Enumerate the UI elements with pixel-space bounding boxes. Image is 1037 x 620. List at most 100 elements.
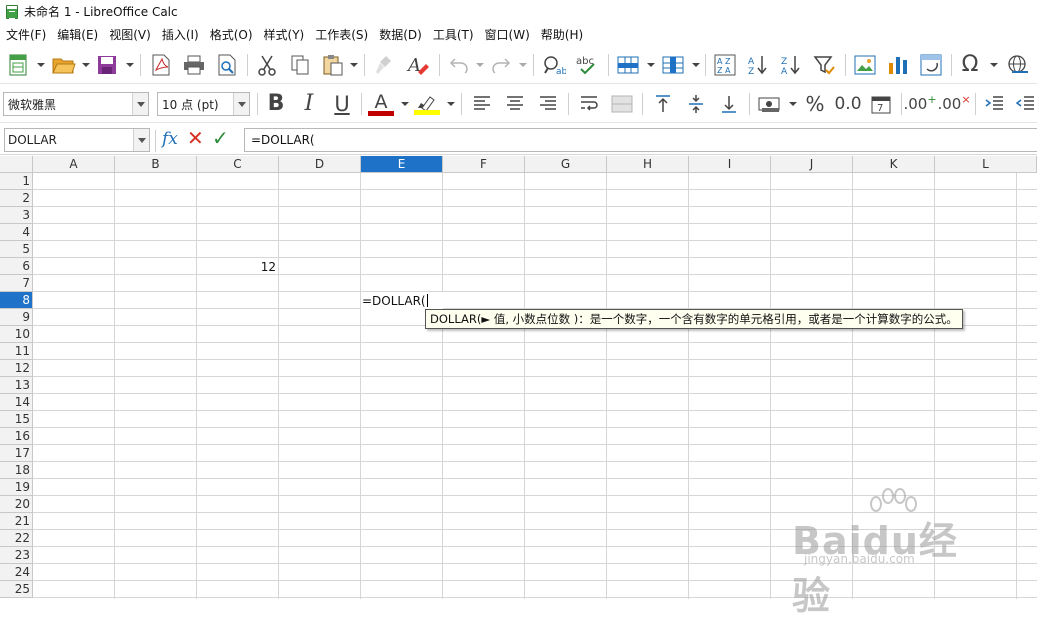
paste-icon[interactable]	[320, 51, 346, 79]
row-header-13[interactable]: 13	[0, 377, 33, 394]
align-bottom-icon[interactable]	[716, 90, 742, 118]
column-header-h[interactable]: H	[607, 156, 689, 173]
highlight-color-button[interactable]	[412, 90, 442, 118]
column-header-l[interactable]: L	[935, 156, 1037, 173]
sort-descending-icon[interactable]: ZA	[778, 51, 804, 79]
row-dropdown-icon[interactable]	[647, 63, 655, 67]
open-dropdown-icon[interactable]	[82, 63, 90, 67]
align-center-icon[interactable]	[502, 90, 528, 118]
redo-dropdown-icon[interactable]	[519, 63, 527, 67]
row-header-17[interactable]: 17	[0, 445, 33, 462]
accept-icon[interactable]: ✓	[212, 126, 229, 150]
font-color-button[interactable]: A	[367, 90, 395, 118]
column-header-f[interactable]: F	[443, 156, 525, 173]
name-box[interactable]: DOLLAR	[4, 128, 150, 152]
align-left-icon[interactable]	[469, 90, 495, 118]
menu-help[interactable]: 帮助(H)	[541, 26, 583, 43]
new-dropdown-icon[interactable]	[37, 63, 45, 67]
font-size-box[interactable]: 10 点 (pt)	[157, 92, 250, 116]
font-name-box[interactable]: 微软雅黑	[3, 92, 149, 116]
row-header-7[interactable]: 7	[0, 275, 33, 292]
cell-e8-editing[interactable]: =DOLLAR(	[361, 292, 443, 309]
font-name-dropdown-icon[interactable]	[132, 93, 148, 115]
row-header-18[interactable]: 18	[0, 462, 33, 479]
menu-edit[interactable]: 编辑(E)	[57, 26, 98, 43]
percent-format-button[interactable]: %	[802, 90, 828, 118]
column-header-i[interactable]: I	[689, 156, 771, 173]
hyperlink-icon[interactable]	[1004, 51, 1032, 79]
align-right-icon[interactable]	[535, 90, 561, 118]
column-header-k[interactable]: K	[853, 156, 935, 173]
font-size-dropdown-icon[interactable]	[233, 93, 249, 115]
insert-chart-icon[interactable]	[885, 51, 911, 79]
open-folder-icon[interactable]	[50, 51, 78, 79]
column-header-d[interactable]: D	[279, 156, 361, 173]
paste-dropdown-icon[interactable]	[350, 63, 358, 67]
row-icon[interactable]	[615, 51, 641, 79]
row-header-1[interactable]: 1	[0, 173, 33, 190]
delete-decimal-place-button[interactable]: .00 ×	[937, 90, 970, 118]
undo-dropdown-icon[interactable]	[476, 63, 484, 67]
row-header-15[interactable]: 15	[0, 411, 33, 428]
row-header-12[interactable]: 12	[0, 360, 33, 377]
wrap-text-icon[interactable]	[576, 90, 602, 118]
row-header-19[interactable]: 19	[0, 479, 33, 496]
merge-cells-icon[interactable]	[609, 90, 635, 118]
find-replace-icon[interactable]: ab	[540, 51, 568, 79]
align-top-icon[interactable]	[650, 90, 676, 118]
menu-sheet[interactable]: 工作表(S)	[315, 26, 368, 43]
menu-insert[interactable]: 插入(I)	[162, 26, 199, 43]
menu-tools[interactable]: 工具(T)	[433, 26, 474, 43]
column-header-c[interactable]: C	[197, 156, 279, 173]
cell-c6[interactable]: 12	[197, 258, 278, 275]
column-header-a[interactable]: A	[33, 156, 115, 173]
row-header-22[interactable]: 22	[0, 530, 33, 547]
menu-data[interactable]: 数据(D)	[379, 26, 422, 43]
row-header-5[interactable]: 5	[0, 241, 33, 258]
print-icon[interactable]	[181, 51, 207, 79]
spelling-icon[interactable]: abc	[574, 51, 602, 79]
decrease-indent-icon[interactable]	[1014, 90, 1037, 118]
row-header-10[interactable]: 10	[0, 326, 33, 343]
row-header-4[interactable]: 4	[0, 224, 33, 241]
function-wizard-button[interactable]: fx	[162, 129, 178, 149]
special-character-icon[interactable]: Ω	[957, 51, 983, 79]
row-header-9[interactable]: 9	[0, 309, 33, 326]
column-header-j[interactable]: J	[771, 156, 853, 173]
row-header-24[interactable]: 24	[0, 564, 33, 581]
menu-format[interactable]: 格式(O)	[210, 26, 253, 43]
undo-icon[interactable]	[446, 51, 472, 79]
insert-image-icon[interactable]	[852, 51, 878, 79]
column-dropdown-icon[interactable]	[692, 63, 700, 67]
row-header-11[interactable]: 11	[0, 343, 33, 360]
add-decimal-place-button[interactable]: .00 +	[903, 90, 936, 118]
redo-icon[interactable]	[488, 51, 514, 79]
row-header-8[interactable]: 8	[0, 292, 33, 309]
currency-dropdown-icon[interactable]	[789, 102, 797, 106]
currency-format-icon[interactable]	[756, 90, 784, 118]
number-format-button[interactable]: 0.0	[834, 90, 862, 118]
row-header-3[interactable]: 3	[0, 207, 33, 224]
font-color-dropdown-icon[interactable]	[401, 102, 409, 106]
save-icon[interactable]	[95, 51, 119, 79]
highlight-dropdown-icon[interactable]	[447, 102, 455, 106]
row-header-25[interactable]: 25	[0, 581, 33, 598]
sort-icon[interactable]: A ZZ A	[712, 51, 738, 79]
name-box-dropdown-icon[interactable]	[133, 129, 149, 151]
clone-formatting-icon[interactable]	[371, 51, 397, 79]
pivot-table-icon[interactable]	[918, 51, 944, 79]
row-header-14[interactable]: 14	[0, 394, 33, 411]
center-vertically-icon[interactable]	[683, 90, 709, 118]
menu-styles[interactable]: 样式(Y)	[264, 26, 305, 43]
column-icon[interactable]	[660, 51, 686, 79]
save-dropdown-icon[interactable]	[126, 63, 134, 67]
row-header-2[interactable]: 2	[0, 190, 33, 207]
row-header-20[interactable]: 20	[0, 496, 33, 513]
increase-indent-icon[interactable]	[983, 90, 1007, 118]
date-format-icon[interactable]: 7	[868, 90, 894, 118]
autofilter-icon[interactable]	[811, 51, 837, 79]
menu-view[interactable]: 视图(V)	[109, 26, 151, 43]
copy-icon[interactable]	[287, 51, 313, 79]
export-pdf-icon[interactable]	[148, 51, 174, 79]
print-preview-icon[interactable]	[214, 51, 240, 79]
